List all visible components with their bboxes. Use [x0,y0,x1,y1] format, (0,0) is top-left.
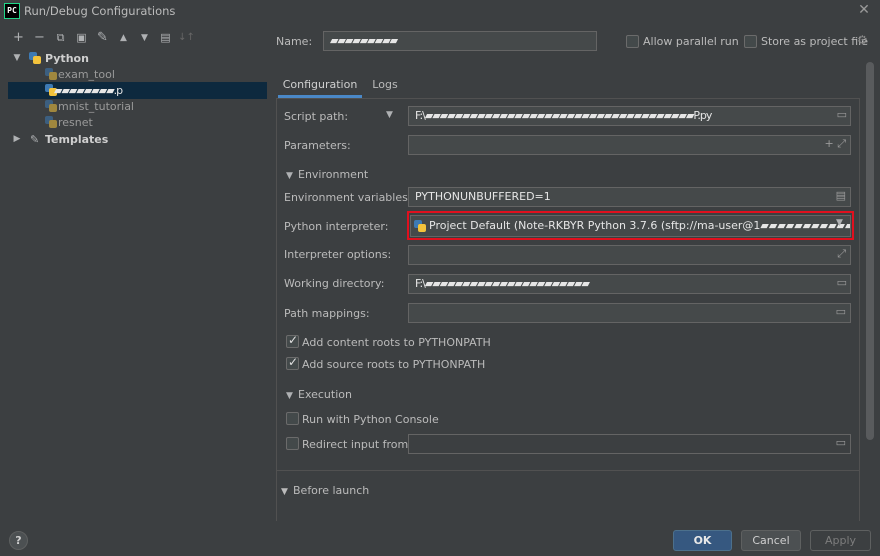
divider [276,470,860,471]
expand-arrow-icon[interactable]: ▶ [12,131,22,148]
content-roots-label: Add content roots to PYTHONPATH [302,336,491,349]
folder-icon[interactable]: ▭ [836,305,846,318]
add-icon[interactable]: + [8,28,29,48]
ok-button[interactable]: OK [673,530,732,551]
vertical-scrollbar[interactable] [866,62,874,440]
expand-icon[interactable]: + ⤢ [824,137,846,151]
expand-icon[interactable]: ⤢ [837,247,846,261]
help-button[interactable]: ? [9,531,28,550]
collapse-arrow-icon[interactable]: ▼ [286,391,298,401]
remove-icon[interactable]: − [29,28,50,48]
content-roots-checkbox[interactable] [286,333,299,348]
tree-label: resnet [58,116,93,129]
folder-icon[interactable]: ▭ [837,276,847,289]
wrench-icon: ✎ [30,133,40,146]
env-vars-label: Environment variables: [284,191,412,204]
env-vars-value: PYTHONUNBUFFERED=1 [415,190,551,203]
path-mappings-label: Path mappings: [284,307,370,320]
allow-parallel-checkbox[interactable] [626,35,639,48]
close-icon[interactable]: ✕ [856,2,872,18]
tree-label: mnist_tutorial [58,100,134,113]
python-file-icon [45,68,57,80]
interpreter-label: Python interpreter: [284,220,389,233]
tree-label: Python [45,52,89,65]
redirect-input-label: Redirect input from: [302,438,412,451]
logo-text: PC [5,4,19,18]
move-up-icon[interactable]: ▲ [113,28,134,48]
folder-icon[interactable]: ▤ [155,28,176,48]
script-path-input[interactable]: F:\▰▰▰▰▰▰▰▰▰▰▰▰▰▰▰▰▰▰▰▰▰▰▰▰▰▰▰▰▰▰▰▰▰▰▰▰P… [408,106,851,126]
env-vars-input[interactable]: PYTHONUNBUFFERED=1 ▤ [408,187,851,207]
name-input[interactable]: ▰▰▰▰▰▰▰▰▰ [323,31,597,51]
tab-configuration[interactable]: Configuration [278,74,362,98]
wrench-icon[interactable]: ✎ [92,28,113,48]
redirect-input-field[interactable]: ▭ [408,434,851,454]
section-title: Environment [298,168,369,181]
python-file-icon [45,116,57,128]
before-launch-section[interactable]: ▼ Before launch [281,484,369,497]
folder-icon[interactable]: ▭ [837,108,847,121]
script-path-label: Script path: [284,110,349,123]
working-dir-input[interactable]: F:\▰▰▰▰▰▰▰▰▰▰▰▰▰▰▰▰▰▰▰▰▰▰ ▭ [408,274,851,294]
pycharm-logo-icon: PC [4,3,20,19]
move-down-icon[interactable]: ▼ [134,28,155,48]
tree-label: ▰▰▰▰▰▰▰▰.p [54,84,123,97]
script-path-value: F:\▰▰▰▰▰▰▰▰▰▰▰▰▰▰▰▰▰▰▰▰▰▰▰▰▰▰▰▰▰▰▰▰▰▰▰▰P… [415,109,712,122]
tree-item-mnist[interactable]: mnist_tutorial [8,98,267,115]
source-roots-checkbox[interactable] [286,355,299,370]
tree-item-selected[interactable]: ▰▰▰▰▰▰▰▰.p [8,82,267,99]
parameters-input[interactable]: + ⤢ [408,135,851,155]
copy-icon[interactable]: ⧉ [50,28,71,48]
working-dir-label: Working directory: [284,277,385,290]
store-project-checkbox[interactable] [744,35,757,48]
expand-arrow-icon[interactable]: ▼ [12,50,22,67]
apply-button[interactable]: Apply [810,530,871,551]
collapse-arrow-icon[interactable]: ▼ [281,487,293,497]
highlight-box [407,211,854,240]
tree-label: Templates [45,133,109,146]
environment-section[interactable]: ▼ Environment [286,168,368,181]
tree-label: exam_tool [58,68,115,81]
path-mappings-input[interactable]: ▭ [408,303,851,323]
python-console-checkbox[interactable] [286,412,299,425]
config-tree: ▼ Python exam_tool ▰▰▰▰▰▰▰▰.p mnist_tuto… [8,48,267,520]
redirect-input-checkbox[interactable] [286,437,299,450]
section-title: Before launch [293,484,370,497]
allow-parallel-label: Allow parallel run [643,35,739,48]
source-roots-label: Add source roots to PYTHONPATH [302,358,486,371]
store-project-label: Store as project file [761,35,868,48]
folder-icon[interactable]: ▭ [836,436,846,449]
python-console-label: Run with Python Console [302,413,439,426]
cancel-button[interactable]: Cancel [741,530,801,551]
execution-section[interactable]: ▼ Execution [286,388,352,401]
window-title: Run/Debug Configurations [24,4,176,18]
interpreter-options-input[interactable]: ⤢ [408,245,851,265]
python-file-icon [45,100,57,112]
tree-node-templates[interactable]: ▶ ✎ Templates [8,131,267,148]
working-dir-value: F:\▰▰▰▰▰▰▰▰▰▰▰▰▰▰▰▰▰▰▰▰▰▰ [415,277,590,290]
tree-node-python[interactable]: ▼ Python [8,50,267,67]
python-icon [29,52,41,64]
name-label: Name: [276,35,313,48]
before-launch-panel [276,499,860,521]
tab-logs[interactable]: Logs [365,74,405,98]
sort-icon[interactable]: ↓↑ [176,28,197,48]
chevron-down-icon[interactable]: ▼ [386,110,393,120]
tree-item-resnet[interactable]: resnet [8,114,267,131]
interpreter-options-label: Interpreter options: [284,248,392,261]
save-icon[interactable]: ▣ [71,28,92,48]
edit-list-icon[interactable]: ▤ [836,189,846,202]
config-toolbar: + − ⧉ ▣ ✎ ▲ ▼ ▤ ↓↑ [8,28,197,48]
tree-item-exam-tool[interactable]: exam_tool [8,66,267,83]
gear-icon[interactable]: ⚙ [857,33,868,47]
parameters-label: Parameters: [284,139,351,152]
collapse-arrow-icon[interactable]: ▼ [286,171,298,181]
section-title: Execution [298,388,352,401]
